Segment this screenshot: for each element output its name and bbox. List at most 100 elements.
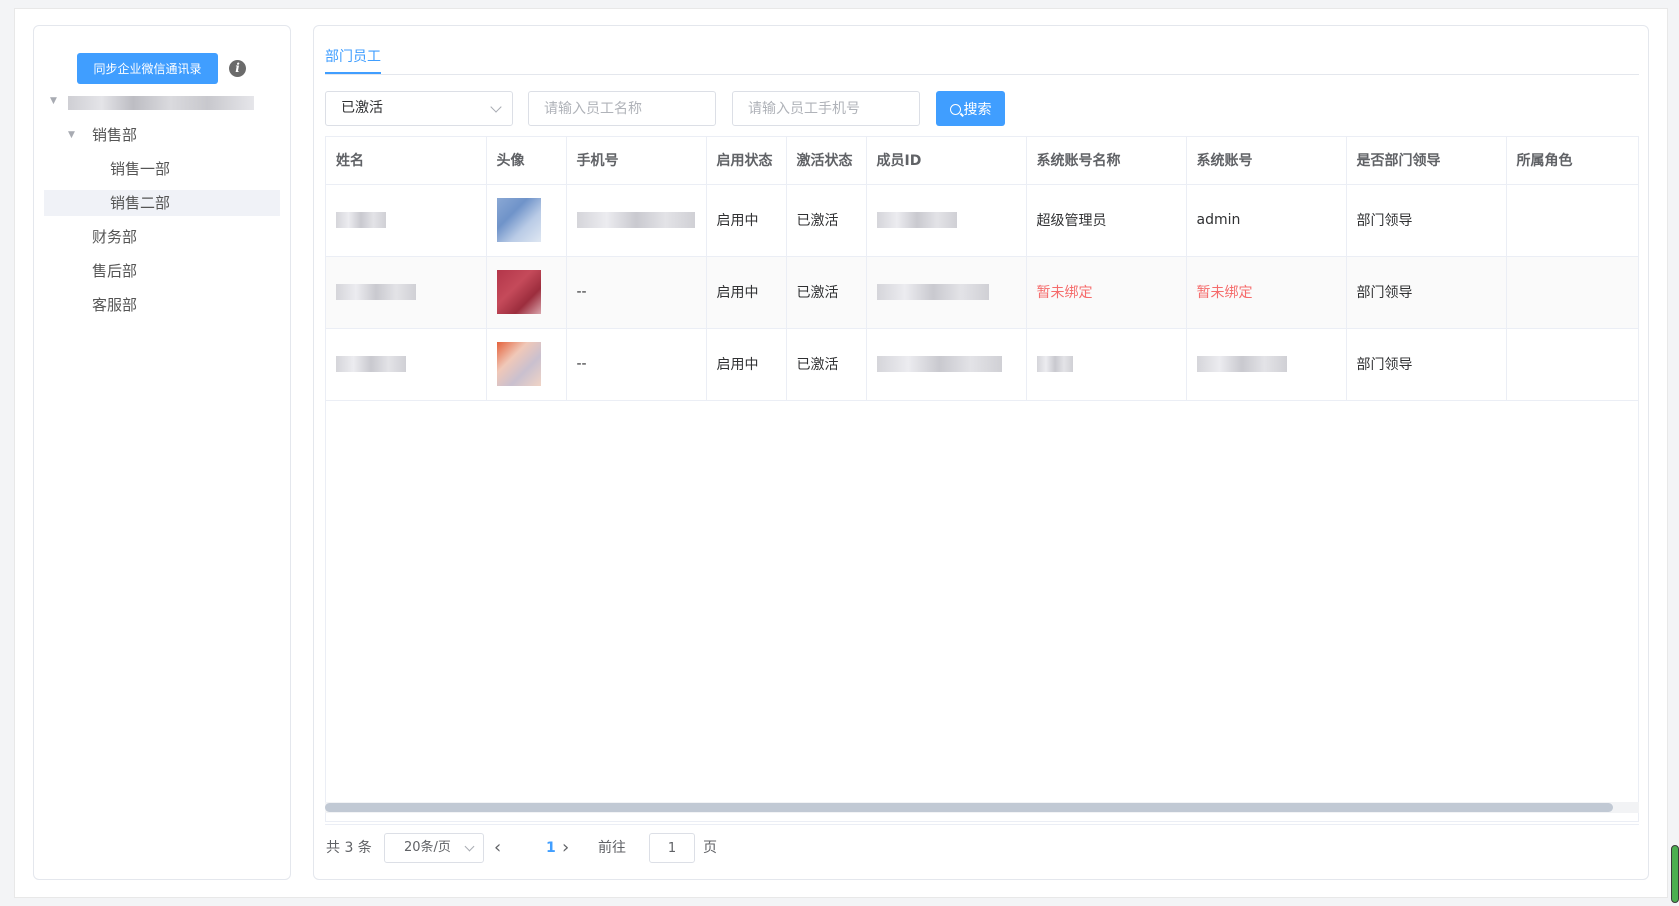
tree-node-sales-2[interactable]: 销售二部 (44, 190, 280, 216)
cell-is-leader: 部门领导 (1346, 328, 1507, 401)
chevron-down-icon (464, 841, 475, 852)
column-header: 成员ID (866, 137, 1027, 185)
current-page-number[interactable]: 1 (546, 834, 556, 862)
cell-sys-account-name: 暂未绑定 (1026, 256, 1187, 329)
cell-sys-account: 暂未绑定 (1186, 256, 1347, 329)
activation-status-value: 已激活 (341, 100, 383, 116)
page-vertical-scrollbar[interactable] (1671, 845, 1679, 903)
redacted-text (876, 356, 1002, 372)
redacted-text (336, 356, 406, 372)
table-header-row: 姓名 头像 手机号 启用状态 激活状态 成员ID 系统账号名称 系统账号 是否部… (326, 137, 1638, 185)
employee-name-input[interactable] (528, 91, 716, 126)
cell-avatar (486, 256, 567, 329)
department-sidebar: 同步企业微信通讯录 i ▼ ▼ 销售部 销售一部 销售二部 财务部 售后部 客服… (33, 25, 291, 880)
cell-role (1506, 328, 1638, 401)
redacted-text (576, 212, 695, 228)
cell-role (1506, 256, 1638, 329)
activation-status-select[interactable]: 已激活 (325, 91, 513, 126)
tree-node-sales[interactable]: ▼ 销售部 (44, 122, 280, 148)
cell-member-id (866, 184, 1027, 257)
cell-member-id (866, 256, 1027, 329)
redacted-text (336, 212, 386, 228)
cell-phone (566, 184, 707, 257)
cell-sys-account-name: 超级管理员 (1026, 184, 1187, 257)
tree-node-label: 销售一部 (110, 160, 171, 178)
column-header: 手机号 (566, 137, 707, 185)
scrollbar-thumb[interactable] (325, 803, 1613, 812)
tree-node-sales-1[interactable]: 销售一部 (44, 156, 280, 182)
cell-member-id (866, 328, 1027, 401)
tab-department-employees[interactable]: 部门员工 (325, 46, 381, 66)
column-header: 所属角色 (1506, 137, 1638, 185)
column-header: 启用状态 (706, 137, 787, 185)
table-row[interactable]: -- 启用中 已激活 部门领导 (326, 328, 1638, 401)
cell-active-status: 已激活 (786, 184, 867, 257)
column-header: 是否部门领导 (1346, 137, 1507, 185)
search-button-label: 搜索 (963, 101, 992, 118)
sync-wecom-contacts-button[interactable]: 同步企业微信通讯录 (77, 53, 218, 84)
cell-name (326, 184, 487, 257)
cell-avatar (486, 184, 567, 257)
page-unit-label: 页 (703, 840, 717, 856)
tree-node-label: 销售二部 (110, 194, 171, 212)
cell-is-leader: 部门领导 (1346, 184, 1507, 257)
chevron-down-icon (490, 101, 502, 113)
cell-phone: -- (566, 256, 707, 329)
cell-role (1506, 184, 1638, 257)
employee-phone-input[interactable] (732, 91, 920, 126)
redacted-org-name (68, 96, 254, 110)
redacted-text (1036, 356, 1073, 372)
pager-divider (325, 824, 1639, 825)
employee-table: 姓名 头像 手机号 启用状态 激活状态 成员ID 系统账号名称 系统账号 是否部… (325, 136, 1639, 822)
cell-sys-account-name (1026, 328, 1187, 401)
column-header: 激活状态 (786, 137, 867, 185)
cell-active-status: 已激活 (786, 328, 867, 401)
redacted-text (876, 212, 957, 228)
tree-node-label: 售后部 (92, 262, 138, 280)
info-icon[interactable]: i (229, 60, 246, 77)
avatar (496, 198, 541, 242)
tree-node-label: 客服部 (92, 296, 138, 314)
avatar (496, 270, 541, 314)
cell-is-leader: 部门领导 (1346, 256, 1507, 329)
cell-enable-status: 启用中 (706, 328, 787, 401)
column-header: 系统账号名称 (1026, 137, 1187, 185)
table-row[interactable]: -- 启用中 已激活 暂未绑定 暂未绑定 部门领导 (326, 256, 1638, 329)
employee-panel: 部门员工 已激活 搜索 姓名 头像 手机号 启用状态 激活状态 成员ID 系统账… (313, 25, 1649, 880)
prev-page-icon[interactable]: ‹ (494, 834, 501, 862)
column-header: 系统账号 (1186, 137, 1347, 185)
pagination-total: 共 3 条 (326, 840, 372, 856)
tree-node-root[interactable]: ▼ (44, 88, 280, 114)
cell-name (326, 328, 487, 401)
avatar (496, 342, 541, 386)
caret-down-icon[interactable]: ▼ (68, 122, 75, 148)
page-size-value: 20条/页 (404, 840, 451, 855)
search-button[interactable]: 搜索 (936, 91, 1005, 126)
column-header: 姓名 (326, 137, 487, 185)
tabs-divider (325, 74, 1639, 75)
tree-node-aftersales[interactable]: 售后部 (44, 258, 280, 284)
cell-phone: -- (566, 328, 707, 401)
goto-label: 前往 (598, 840, 626, 856)
table-horizontal-scrollbar[interactable] (325, 802, 1639, 813)
search-icon (949, 103, 961, 115)
tree-node-label: 财务部 (92, 228, 138, 246)
cell-enable-status: 启用中 (706, 256, 787, 329)
tree-node-finance[interactable]: 财务部 (44, 224, 280, 250)
redacted-text (336, 284, 416, 300)
cell-avatar (486, 328, 567, 401)
cell-name (326, 256, 487, 329)
cell-enable-status: 启用中 (706, 184, 787, 257)
redacted-text (1196, 356, 1287, 372)
table-row[interactable]: 启用中 已激活 超级管理员 admin 部门领导 (326, 184, 1638, 257)
cell-sys-account (1186, 328, 1347, 401)
next-page-icon[interactable]: › (562, 834, 569, 862)
cell-sys-account: admin (1186, 184, 1347, 257)
tree-node-customer-service[interactable]: 客服部 (44, 292, 280, 318)
caret-down-icon[interactable]: ▼ (50, 88, 57, 114)
page-size-select[interactable]: 20条/页 (384, 833, 484, 863)
cell-active-status: 已激活 (786, 256, 867, 329)
goto-page-input[interactable] (649, 833, 695, 863)
column-header: 头像 (486, 137, 567, 185)
tree-node-label: 销售部 (92, 126, 138, 144)
